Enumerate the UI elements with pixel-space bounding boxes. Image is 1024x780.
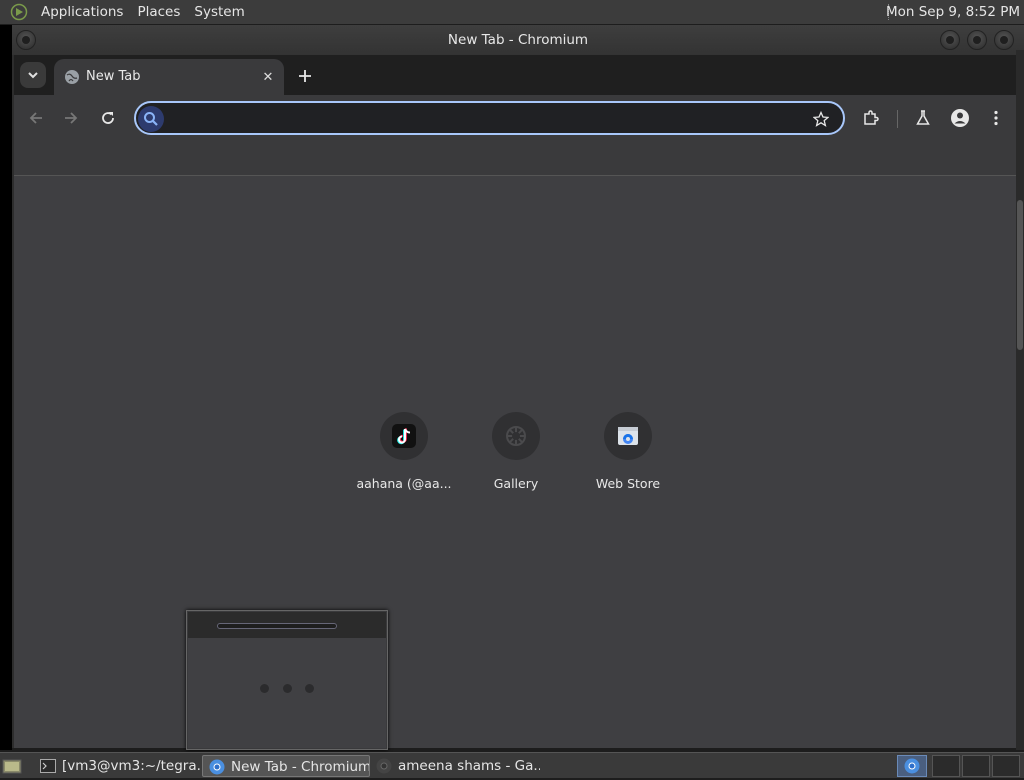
chromium-icon — [376, 758, 392, 774]
workspace-2[interactable] — [962, 755, 990, 777]
plus-icon — [299, 70, 311, 82]
desktop-edge — [0, 25, 12, 750]
menu-applications[interactable]: Applications — [34, 0, 130, 24]
window-title: New Tab - Chromium — [447, 32, 589, 48]
chevron-down-icon — [28, 72, 38, 79]
distro-logo-icon[interactable] — [8, 1, 30, 23]
window-titlebar[interactable]: New Tab - Chromium — [12, 25, 1024, 55]
omnibox[interactable] — [134, 101, 845, 135]
window-preview-thumbnail[interactable] — [186, 610, 388, 750]
preview-shortcut-dot — [283, 684, 292, 693]
bookmarks-bar — [14, 141, 1020, 176]
tab-search-button[interactable] — [20, 62, 46, 88]
minimize-button[interactable] — [940, 30, 960, 50]
labs-button[interactable] — [909, 104, 937, 132]
task-label: [vm3@vm3:~/tegra... — [62, 758, 200, 774]
extensions-button[interactable] — [857, 104, 885, 132]
new-tab-page: aahana (@aa... Gallery Web Store — [14, 176, 1020, 748]
avatar-icon — [951, 109, 969, 127]
show-desktop-icon[interactable] — [2, 756, 22, 776]
chromium-icon — [209, 759, 225, 775]
menu-button[interactable] — [982, 104, 1010, 132]
task-terminal[interactable]: [vm3@vm3:~/tegra... — [34, 755, 200, 777]
flask-icon — [916, 110, 930, 125]
new-tab-button[interactable] — [292, 63, 318, 89]
task-chromium-new-tab[interactable]: New Tab - Chromium — [202, 755, 370, 777]
reload-button[interactable] — [94, 104, 122, 132]
panel-clock[interactable]: Mon Sep 9, 8:52 PM — [886, 0, 1020, 24]
gallery-icon — [492, 412, 540, 460]
tab-title: New Tab — [86, 69, 141, 84]
puzzle-icon — [864, 110, 879, 125]
arrow-right-icon — [65, 112, 78, 124]
preview-omnibox — [217, 623, 337, 629]
shortcut-tile[interactable]: Gallery — [460, 412, 572, 502]
shortcut-label: Gallery — [493, 476, 539, 491]
browser-toolbar — [14, 95, 1020, 141]
preview-shortcut-dot — [305, 684, 314, 693]
globe-icon — [64, 69, 80, 85]
window-scrollbar[interactable] — [1016, 50, 1024, 750]
shortcut-tile[interactable]: Web Store — [572, 412, 684, 502]
tab-new-tab[interactable]: New Tab ✕ — [54, 59, 284, 95]
menu-places[interactable]: Places — [130, 0, 187, 24]
toolbar-divider — [897, 110, 898, 128]
reload-icon — [102, 112, 114, 124]
preview-shortcut-dot — [260, 684, 269, 693]
tab-strip: New Tab ✕ — [14, 55, 1020, 95]
webstore-icon — [604, 412, 652, 460]
shortcut-tile[interactable]: aahana (@aa... — [348, 412, 460, 502]
menu-system[interactable]: System — [187, 0, 251, 24]
scrollbar-thumb[interactable] — [1017, 200, 1023, 350]
kebab-menu-icon — [994, 110, 998, 126]
forward-button[interactable] — [57, 104, 85, 132]
shortcut-label: Web Store — [595, 476, 661, 491]
close-tab-icon[interactable]: ✕ — [258, 67, 278, 87]
close-window-button[interactable] — [994, 30, 1014, 50]
workspace-1[interactable] — [932, 755, 960, 777]
maximize-button[interactable] — [967, 30, 987, 50]
task-chromium-ameena[interactable]: ameena shams - Ga... — [370, 755, 540, 777]
tiktok-icon — [380, 412, 428, 460]
workspace-3[interactable] — [992, 755, 1020, 777]
back-button[interactable] — [22, 104, 50, 132]
preview-content — [188, 638, 386, 748]
arrow-left-icon — [29, 112, 42, 124]
task-label: New Tab - Chromium — [231, 759, 370, 775]
tray-chromium-icon[interactable] — [897, 755, 927, 777]
search-icon — [138, 106, 164, 132]
shortcut-label: aahana (@aa... — [356, 476, 452, 491]
terminal-icon — [40, 758, 56, 774]
profile-button[interactable] — [946, 104, 974, 132]
browser-window: New Tab - Chromium New Tab ✕ aahana (@aa… — [12, 25, 1024, 748]
bottom-taskbar: [vm3@vm3:~/tegra... New Tab - Chromium a… — [0, 752, 1024, 778]
task-label: ameena shams - Ga... — [398, 758, 540, 774]
omnibox-input[interactable] — [170, 107, 800, 129]
bookmark-star-icon[interactable] — [811, 109, 831, 129]
top-panel: Applications Places System Mon Sep 9, 8:… — [0, 0, 1024, 24]
